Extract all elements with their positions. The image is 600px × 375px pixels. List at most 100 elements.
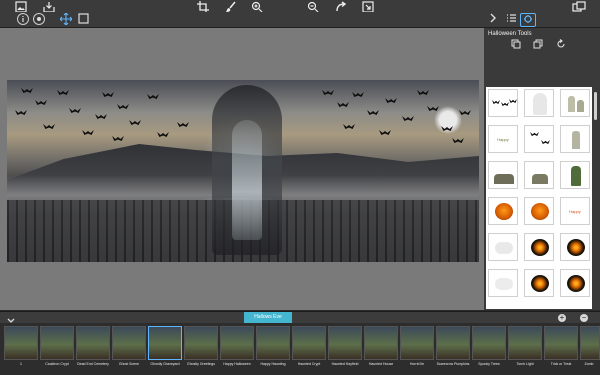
add-icon[interactable]: + <box>558 314 566 322</box>
panel-tabs <box>484 12 600 27</box>
tile-zombie-hand[interactable] <box>560 161 590 189</box>
bat <box>43 124 55 129</box>
tile-tombstones[interactable] <box>560 89 590 117</box>
panel-title: Halloween Tools <box>488 31 532 37</box>
tile-jackolantern-4[interactable] <box>560 269 590 297</box>
jackolantern <box>531 275 549 292</box>
filmstrip-thumb[interactable] <box>220 326 254 360</box>
filmstrip-label: 1 <box>20 362 22 366</box>
filmstrip-label: Ghostly Greetings <box>186 362 215 366</box>
chevron-right-icon[interactable] <box>487 13 499 25</box>
bat <box>352 92 364 97</box>
pumpkin <box>495 203 513 220</box>
bat <box>21 88 33 93</box>
filmstrip-thumb[interactable] <box>76 326 110 360</box>
tombstone <box>577 100 584 112</box>
filmstrip-label: Ghost Scene <box>118 362 140 366</box>
bat <box>147 94 159 99</box>
bat <box>459 110 471 115</box>
tools-icon[interactable] <box>520 13 536 27</box>
tile-jackolantern-2[interactable] <box>560 233 590 261</box>
filmstrip-thumb[interactable] <box>148 326 182 360</box>
filmstrip-thumb[interactable] <box>112 326 146 360</box>
filmstrip-thumb[interactable] <box>400 326 434 360</box>
filmstrip-thumb[interactable] <box>544 326 578 360</box>
bat <box>509 99 517 103</box>
filmstrip-label: Spooky Trees <box>478 362 500 366</box>
tile-pumpkin-1[interactable] <box>488 197 518 225</box>
bat <box>343 124 355 129</box>
rotate-icon[interactable] <box>556 39 566 49</box>
filmstrip-thumb[interactable] <box>472 326 506 360</box>
bat <box>35 100 47 105</box>
move-icon[interactable] <box>59 12 73 26</box>
tombstone <box>572 131 580 149</box>
tile-bats[interactable] <box>488 89 518 117</box>
chevron-down-icon[interactable] <box>6 313 16 323</box>
tile-happy-haunting[interactable]: Happy Haunting <box>488 125 518 170</box>
tile-jackolantern-3[interactable] <box>524 269 554 297</box>
filmstrip-thumb[interactable] <box>184 326 218 360</box>
filmstrip-thumb[interactable] <box>364 326 398 360</box>
tile-ghost[interactable] <box>524 89 554 117</box>
filmstrip-thumb[interactable] <box>580 326 600 360</box>
jackolantern <box>567 239 585 256</box>
bat <box>177 122 189 127</box>
album-tab[interactable]: Hallows Eve <box>244 312 292 323</box>
bat <box>452 138 464 143</box>
filmstrip-label: Torch Light <box>516 362 534 366</box>
filmstrip-thumb[interactable] <box>40 326 74 360</box>
bat <box>322 90 334 95</box>
select-icon[interactable] <box>77 13 89 25</box>
filmstrip-label: Happy Halloween <box>223 362 251 366</box>
bat <box>102 92 114 97</box>
tile-white-ghost-2[interactable] <box>488 269 518 297</box>
bat <box>69 108 81 113</box>
tile-pumpkin-2[interactable] <box>524 197 554 225</box>
info-icon[interactable] <box>17 13 29 25</box>
filmstrip-thumb[interactable] <box>4 326 38 360</box>
filmstrip-label: Dead End Cemetery <box>77 362 109 366</box>
tile-flying-bats[interactable] <box>524 125 554 153</box>
ghost-shape <box>495 278 513 290</box>
filmstrip-label: Zomb <box>584 362 594 366</box>
filmstrip-thumb[interactable] <box>256 326 290 360</box>
tile-cross-tombstone[interactable] <box>560 125 590 153</box>
ghost-shape <box>495 242 513 254</box>
bat <box>129 120 141 125</box>
tile-grave-small[interactable] <box>524 161 554 189</box>
bat <box>385 98 397 103</box>
panel-scrollbar[interactable] <box>594 92 597 120</box>
bat <box>82 130 94 135</box>
tile-happy-halloween[interactable]: Happy Halloween <box>560 197 590 242</box>
remove-icon[interactable]: − <box>580 314 588 322</box>
halloween-artwork[interactable] <box>7 80 479 262</box>
filmstrip-thumb[interactable] <box>328 326 362 360</box>
filmstrip: 1 Cauldron Crypt Dead End Cemetery Ghost… <box>0 323 600 375</box>
bat <box>112 136 124 141</box>
bat <box>337 102 349 107</box>
bat <box>427 106 439 111</box>
duplicate-icon[interactable] <box>511 39 521 49</box>
list-icon[interactable] <box>505 13 517 25</box>
tile-jackolantern-1[interactable] <box>524 233 554 261</box>
bat <box>157 132 169 137</box>
layers-icon[interactable] <box>533 39 543 49</box>
filmstrip-label: Scarecrow Pumpkins <box>436 362 470 366</box>
tile-white-ghost-1[interactable] <box>488 233 518 261</box>
bat <box>117 104 129 109</box>
tile-graves[interactable] <box>488 161 518 189</box>
ghost-glow <box>232 120 262 240</box>
bat <box>57 90 69 95</box>
bat <box>541 140 550 144</box>
target-icon[interactable] <box>33 13 45 25</box>
bat <box>501 102 509 106</box>
bat <box>95 114 107 119</box>
filmstrip-thumb[interactable] <box>508 326 542 360</box>
pumpkin <box>531 203 549 220</box>
bat <box>530 132 539 136</box>
filmstrip-thumb[interactable] <box>436 326 470 360</box>
filmstrip-thumb[interactable] <box>292 326 326 360</box>
jackolantern <box>531 239 549 256</box>
filmstrip-label: Haunted Crypt <box>297 362 321 366</box>
